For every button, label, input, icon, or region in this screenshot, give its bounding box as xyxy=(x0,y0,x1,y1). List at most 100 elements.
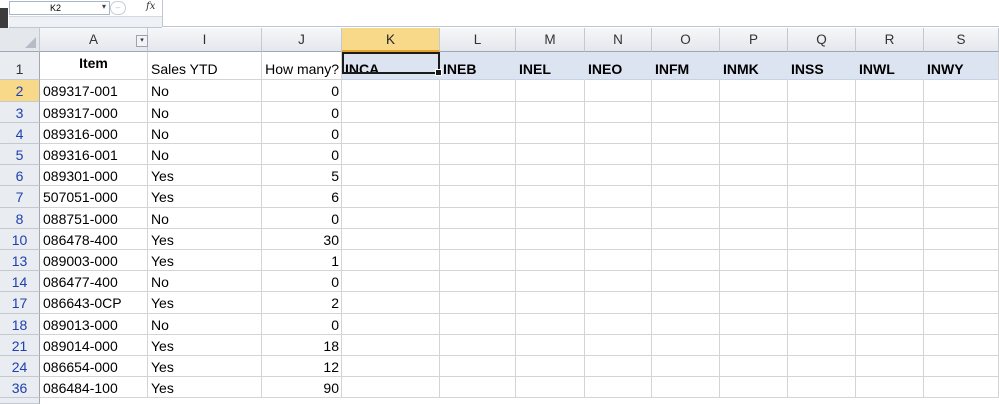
empty-cell[interactable] xyxy=(652,292,720,314)
active-cell-k2[interactable] xyxy=(342,52,442,76)
how-many-cell[interactable]: 0 xyxy=(262,271,342,292)
empty-cell[interactable] xyxy=(440,229,516,250)
formula-input[interactable] xyxy=(162,0,999,27)
empty-cell[interactable] xyxy=(856,292,924,314)
empty-cell[interactable] xyxy=(585,292,652,314)
empty-cell[interactable] xyxy=(342,356,440,377)
empty-cell[interactable] xyxy=(585,123,652,144)
empty-cell[interactable] xyxy=(856,123,924,144)
empty-cell[interactable] xyxy=(856,208,924,229)
empty-cell[interactable] xyxy=(720,292,788,314)
row-header[interactable]: 17 xyxy=(0,292,40,314)
how-many-cell[interactable]: 0 xyxy=(262,208,342,229)
empty-cell[interactable] xyxy=(856,144,924,165)
empty-cell[interactable] xyxy=(788,271,856,292)
empty-cell[interactable] xyxy=(342,292,440,314)
empty-cell[interactable] xyxy=(924,377,999,398)
formula-cancel-icon[interactable]: – xyxy=(110,1,126,15)
how-many-cell[interactable]: 0 xyxy=(262,80,342,102)
empty-cell[interactable] xyxy=(788,208,856,229)
empty-cell[interactable] xyxy=(788,292,856,314)
row-header[interactable]: 14 xyxy=(0,271,40,292)
empty-cell[interactable] xyxy=(585,165,652,186)
empty-cell[interactable] xyxy=(440,250,516,271)
row-header[interactable]: 8 xyxy=(0,208,40,229)
empty-cell[interactable] xyxy=(440,80,516,102)
how-many-cell[interactable]: 5 xyxy=(262,165,342,186)
empty-cell[interactable] xyxy=(585,335,652,356)
empty-cell[interactable] xyxy=(856,271,924,292)
header-cell-inss[interactable]: INSS xyxy=(788,52,856,80)
empty-cell[interactable] xyxy=(342,123,440,144)
row-header[interactable]: 24 xyxy=(0,356,40,377)
empty-cell[interactable] xyxy=(652,208,720,229)
item-cell[interactable]: 086654-000 xyxy=(40,356,148,377)
sales-ytd-cell[interactable]: No xyxy=(148,144,262,165)
empty-cell[interactable] xyxy=(856,80,924,102)
empty-cell[interactable] xyxy=(924,186,999,208)
empty-cell[interactable] xyxy=(856,165,924,186)
empty-cell[interactable] xyxy=(720,250,788,271)
sales-ytd-cell[interactable]: Yes xyxy=(148,335,262,356)
empty-cell[interactable] xyxy=(585,144,652,165)
column-header-n[interactable]: N xyxy=(585,28,652,52)
empty-cell[interactable] xyxy=(342,314,440,335)
chevron-down-icon[interactable]: ▾ xyxy=(102,1,106,13)
row-header[interactable]: 18 xyxy=(0,314,40,335)
empty-cell[interactable] xyxy=(720,102,788,123)
empty-cell[interactable] xyxy=(788,335,856,356)
empty-cell[interactable] xyxy=(440,377,516,398)
sales-ytd-cell[interactable]: No xyxy=(148,123,262,144)
row-header[interactable]: 7 xyxy=(0,186,40,208)
empty-cell[interactable] xyxy=(924,144,999,165)
empty-cell[interactable] xyxy=(720,377,788,398)
empty-cell[interactable] xyxy=(440,186,516,208)
how-many-cell[interactable]: 2 xyxy=(262,292,342,314)
empty-cell[interactable] xyxy=(788,186,856,208)
column-header-i[interactable]: I xyxy=(148,28,262,52)
empty-cell[interactable] xyxy=(585,314,652,335)
empty-cell[interactable] xyxy=(924,229,999,250)
header-cell-how-many[interactable]: How many? xyxy=(262,52,342,80)
row-header[interactable]: 4 xyxy=(0,123,40,144)
empty-cell[interactable] xyxy=(788,356,856,377)
empty-cell[interactable] xyxy=(516,356,585,377)
empty-cell[interactable] xyxy=(856,335,924,356)
empty-cell[interactable] xyxy=(652,80,720,102)
empty-cell[interactable] xyxy=(720,123,788,144)
empty-cell[interactable] xyxy=(788,250,856,271)
filter-dropdown-icon[interactable]: ▾ xyxy=(136,35,148,47)
empty-cell[interactable] xyxy=(516,250,585,271)
empty-cell[interactable] xyxy=(516,186,585,208)
header-cell-inwy[interactable]: INWY xyxy=(924,52,999,80)
item-cell[interactable]: 089014-000 xyxy=(40,335,148,356)
empty-cell[interactable] xyxy=(652,314,720,335)
empty-cell[interactable] xyxy=(342,165,440,186)
row-header[interactable]: 21 xyxy=(0,335,40,356)
row-header[interactable]: 3 xyxy=(0,102,40,123)
how-many-cell[interactable]: 1 xyxy=(262,250,342,271)
empty-cell[interactable] xyxy=(788,102,856,123)
header-cell-ineb[interactable]: INEB xyxy=(440,52,516,80)
empty-cell[interactable] xyxy=(585,208,652,229)
header-cell-inel[interactable]: INEL xyxy=(516,52,585,80)
empty-cell[interactable] xyxy=(788,377,856,398)
empty-cell[interactable] xyxy=(440,123,516,144)
item-cell[interactable]: 507051-000 xyxy=(40,186,148,208)
empty-cell[interactable] xyxy=(342,186,440,208)
empty-cell[interactable] xyxy=(652,229,720,250)
empty-cell[interactable] xyxy=(720,271,788,292)
empty-cell[interactable] xyxy=(342,335,440,356)
empty-cell[interactable] xyxy=(516,123,585,144)
empty-cell[interactable] xyxy=(924,356,999,377)
select-all-corner[interactable] xyxy=(0,28,40,52)
item-cell[interactable]: 086484-100 xyxy=(40,377,148,398)
empty-cell[interactable] xyxy=(924,123,999,144)
column-header-m[interactable]: M xyxy=(516,28,585,52)
sales-ytd-cell[interactable]: No xyxy=(148,208,262,229)
header-cell-infm[interactable]: INFM xyxy=(652,52,720,80)
empty-cell[interactable] xyxy=(652,271,720,292)
empty-cell[interactable] xyxy=(342,250,440,271)
empty-cell[interactable] xyxy=(652,335,720,356)
empty-cell[interactable] xyxy=(516,314,585,335)
